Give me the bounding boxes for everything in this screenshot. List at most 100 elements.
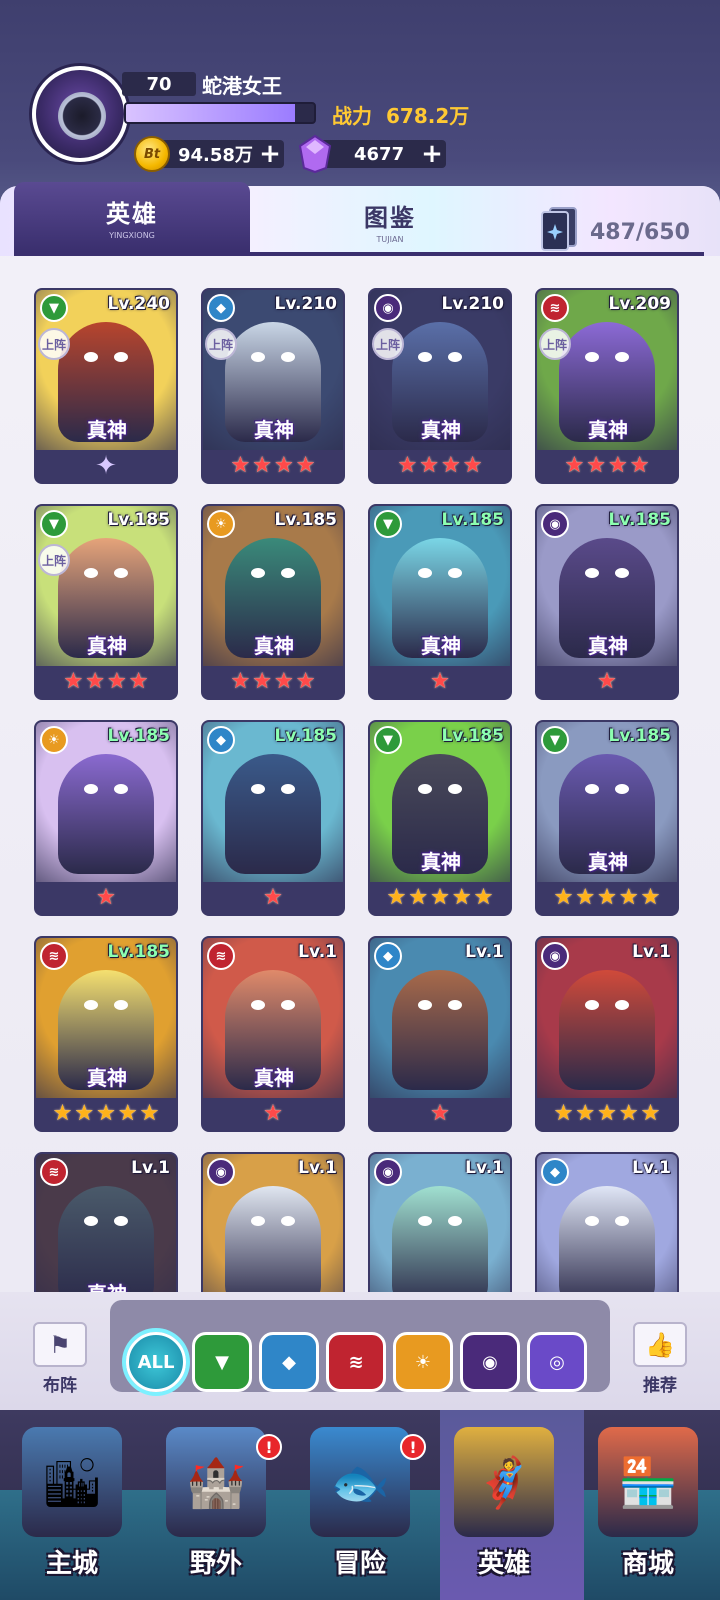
- add-gem-button[interactable]: +: [418, 140, 446, 168]
- star-icon: ★: [597, 1101, 617, 1126]
- star-icon: ★: [117, 1101, 138, 1126]
- filter-fire-element-button[interactable]: ≋: [326, 1332, 386, 1392]
- hero-eye: [84, 568, 98, 578]
- star-icon: ★: [430, 885, 450, 910]
- hero-card[interactable]: ▼ Lv.185 上阵 真神 ★ ★ ★ ★: [34, 504, 178, 700]
- star-icon: ★: [462, 453, 483, 478]
- flag-icon: ⚑: [33, 1322, 87, 1367]
- hero-card[interactable]: ◉ Lv.1: [368, 1152, 512, 1308]
- hero-eye: [615, 784, 629, 794]
- hero-card[interactable]: ◆ Lv.1: [535, 1152, 679, 1308]
- star-icon: ★: [96, 885, 116, 910]
- hero-eye: [251, 352, 265, 362]
- hero-card[interactable]: ◉ Lv.210 上阵 真神 ★ ★ ★ ★: [368, 288, 512, 484]
- water-element-icon: ◆: [541, 1158, 569, 1186]
- hero-grid: ▼ Lv.240 上阵 真神 ✦ ◆ Lv.210 上阵 真神 ★ ★ ★ ★ ◉ Lv.210 上阵 真神 ★ ★…: [34, 288, 690, 1308]
- hero-card[interactable]: ◉ Lv.185 真神 ★: [535, 504, 679, 700]
- hero-level: Lv.1: [632, 942, 671, 962]
- filter-arcane-element-button[interactable]: ◎: [527, 1332, 587, 1392]
- add-gold-button[interactable]: +: [256, 140, 284, 168]
- on-field-badge: 上阵: [38, 328, 70, 360]
- shadow-element-icon: ◉: [541, 510, 569, 538]
- hero-card[interactable]: ☀ Lv.185 ★: [34, 720, 178, 916]
- tab-codex[interactable]: 图鉴 TUJIAN: [290, 190, 490, 252]
- star-icon: ★: [575, 885, 596, 910]
- nav-label: 冒险: [333, 1549, 386, 1579]
- light-element-icon: ☀: [414, 1351, 432, 1373]
- filter-water-element-button[interactable]: ◆: [259, 1332, 319, 1392]
- hero-card[interactable]: ☀ Lv.185 真神 ★ ★ ★ ★: [201, 504, 345, 700]
- hero-eye: [585, 784, 599, 794]
- star-rating: ★: [537, 666, 677, 698]
- hero-card[interactable]: ▼ Lv.185 真神 ★: [368, 504, 512, 700]
- star-icon: ★: [608, 453, 628, 478]
- filter-shadow-element-button[interactable]: ◉: [460, 1332, 520, 1392]
- star-icon: ★: [441, 453, 461, 478]
- wood-element-icon: ▼: [541, 726, 569, 754]
- nav-city[interactable]: 🏙 主城: [0, 1420, 144, 1600]
- hero-eye: [585, 1216, 599, 1226]
- true-god-badge: 真神: [577, 410, 639, 446]
- fire-element-icon: ≋: [40, 1158, 68, 1186]
- star-rating: ★ ★ ★ ★ ★: [537, 882, 677, 914]
- nav-hero[interactable]: 🦸 英雄: [432, 1420, 576, 1600]
- hero-card[interactable]: ≋ Lv.209 上阵 真神 ★ ★ ★ ★: [535, 288, 679, 484]
- hero-eye: [84, 1000, 98, 1010]
- recommend-button-label: 推荐: [643, 1376, 677, 1396]
- gem-amount: 4677: [354, 143, 405, 165]
- hero-eye: [418, 352, 432, 362]
- star-icon: ★: [274, 453, 294, 478]
- hero-card[interactable]: ≋ Lv.185 真神 ★ ★ ★ ★ ★: [34, 936, 178, 1132]
- star-icon: ★: [586, 453, 606, 478]
- true-god-badge: 真神: [76, 1058, 138, 1094]
- hero-card[interactable]: ◆ Lv.185 ★: [201, 720, 345, 916]
- hero-card[interactable]: ▼ Lv.185 真神 ★ ★ ★ ★ ★: [368, 720, 512, 916]
- hero-figure: [225, 1186, 321, 1306]
- hero-level: Lv.185: [441, 726, 504, 746]
- star-icon: ★: [252, 669, 272, 694]
- hero-card[interactable]: ◉ Lv.1: [201, 1152, 345, 1308]
- formation-button[interactable]: ⚑ 布阵: [28, 1322, 92, 1396]
- hero-card[interactable]: ◆ Lv.210 上阵 真神 ★ ★ ★ ★: [201, 288, 345, 484]
- true-god-badge: 真神: [410, 626, 472, 662]
- nav-shop[interactable]: 🏪 商城: [576, 1420, 720, 1600]
- star-rating: ★: [203, 882, 343, 914]
- field-icon: 🏰: [166, 1427, 266, 1537]
- on-field-badge: 上阵: [205, 328, 237, 360]
- hero-eye: [114, 784, 128, 794]
- filter-all-button[interactable]: ALL: [126, 1332, 186, 1392]
- water-element-icon: ◆: [374, 942, 402, 970]
- filter-wood-element-button[interactable]: ▼: [192, 1332, 252, 1392]
- tab-heroes[interactable]: 英雄 YINGXIONG: [14, 182, 250, 252]
- hero-eye: [281, 568, 295, 578]
- star-icon: ★: [618, 1101, 639, 1126]
- hero-eye: [585, 352, 599, 362]
- hero-level: Lv.185: [608, 726, 671, 746]
- filter-light-element-button[interactable]: ☀: [393, 1332, 453, 1392]
- star-icon: ★: [597, 885, 617, 910]
- star-icon: ★: [386, 885, 407, 910]
- hero-level: Lv.209: [608, 294, 671, 314]
- star-rating: ★ ★ ★ ★: [36, 666, 176, 698]
- formation-button-label: 布阵: [43, 1376, 77, 1396]
- hero-level: Lv.1: [465, 1158, 504, 1178]
- hero-card[interactable]: ◉ Lv.1 ★ ★ ★ ★ ★: [535, 936, 679, 1132]
- hero-card[interactable]: ▼ Lv.240 上阵 真神 ✦: [34, 288, 178, 484]
- player-level: 70: [122, 72, 196, 96]
- fire-element-icon: ≋: [207, 942, 235, 970]
- hero-card[interactable]: ≋Lv.1真神: [34, 1152, 178, 1308]
- player-avatar[interactable]: [32, 66, 128, 162]
- recommend-button[interactable]: 👍 推荐: [628, 1322, 692, 1396]
- hero-eye: [281, 1216, 295, 1226]
- star-icon: ★: [274, 669, 294, 694]
- hero-eye: [418, 1216, 432, 1226]
- wood-element-icon: ▼: [374, 510, 402, 538]
- hero-eye: [251, 784, 265, 794]
- power-value: 678.2万: [386, 104, 470, 128]
- hero-card[interactable]: ◆ Lv.1 ★: [368, 936, 512, 1132]
- on-field-badge: 上阵: [539, 328, 571, 360]
- hero-card[interactable]: ▼ Lv.185 真神 ★ ★ ★ ★ ★: [535, 720, 679, 916]
- hero-level: Lv.1: [131, 1158, 170, 1178]
- hero-card[interactable]: ≋ Lv.1 真神 ★: [201, 936, 345, 1132]
- nav-label: 主城: [45, 1549, 98, 1579]
